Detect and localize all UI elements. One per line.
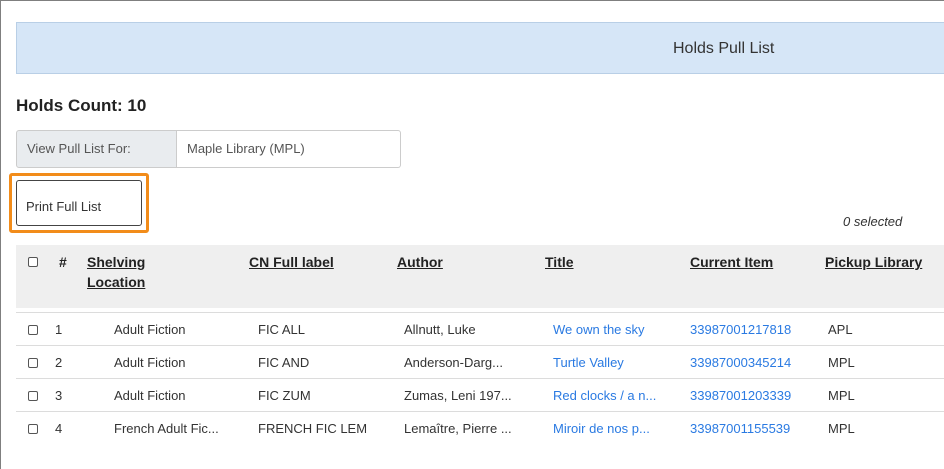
row-cn-label: FIC ZUM xyxy=(258,388,311,403)
pull-list-for-group: View Pull List For: Maple Library (MPL) xyxy=(16,130,401,168)
select-all-checkbox[interactable] xyxy=(28,257,38,267)
panel-border-top xyxy=(0,0,944,1)
row-title-link[interactable]: Miroir de nos p... xyxy=(553,412,650,445)
row-pickup-library: APL xyxy=(828,322,853,337)
column-header-title[interactable]: Title xyxy=(545,252,574,272)
row-checkbox[interactable] xyxy=(28,358,38,368)
row-cn-label: FIC AND xyxy=(258,355,310,370)
row-number: 2 xyxy=(55,355,63,370)
pull-list-for-label: View Pull List For: xyxy=(16,130,177,168)
print-full-list-button[interactable]: Print Full List xyxy=(16,180,142,226)
row-title-link[interactable]: Turtle Valley xyxy=(553,346,624,379)
row-author: Allnutt, Luke xyxy=(404,322,476,337)
row-title-link[interactable]: We own the sky xyxy=(553,313,645,346)
row-checkbox[interactable] xyxy=(28,391,38,401)
table-row: 2 Adult Fiction FIC AND Anderson-Darg...… xyxy=(16,345,944,379)
table-row: 4 French Adult Fic... FRENCH FIC LEM Lem… xyxy=(16,411,944,445)
row-current-item-link[interactable]: 33987001203339 xyxy=(690,379,791,412)
row-shelving-location: Adult Fiction xyxy=(114,388,186,403)
page-title: Holds Pull List xyxy=(673,40,775,57)
table-row: 1 Adult Fiction FIC ALL Allnutt, Luke We… xyxy=(16,312,944,346)
row-checkbox[interactable] xyxy=(28,424,38,434)
column-header-shelving-line2: Location xyxy=(87,274,146,290)
selected-count: 0 selected xyxy=(843,214,903,229)
row-pickup-library: MPL xyxy=(828,388,855,403)
holds-pull-list-panel: Holds Pull List Holds Count: 10 View Pul… xyxy=(0,0,944,469)
row-number: 4 xyxy=(55,421,63,436)
column-header-current-item[interactable]: Current Item xyxy=(690,252,773,272)
row-title-link[interactable]: Red clocks / a n... xyxy=(553,379,656,412)
table-row: 3 Adult Fiction FIC ZUM Zumas, Leni 197.… xyxy=(16,378,944,412)
column-header-shelving-line1: Shelving xyxy=(87,254,146,270)
column-header-number: # xyxy=(59,254,67,270)
column-header-shelving-location[interactable]: Shelving Location xyxy=(87,252,145,292)
row-author: Zumas, Leni 197... xyxy=(404,388,512,403)
column-header-pickup-library[interactable]: Pickup Library xyxy=(825,252,922,272)
column-header-author[interactable]: Author xyxy=(397,252,443,272)
row-author: Lemaître, Pierre ... xyxy=(404,421,512,436)
page-header-bar: Holds Pull List xyxy=(16,22,944,74)
row-author: Anderson-Darg... xyxy=(404,355,503,370)
row-cn-label: FRENCH FIC LEM xyxy=(258,421,368,436)
row-number: 1 xyxy=(55,322,63,337)
table-header-row: # Shelving Location CN Full label Author… xyxy=(16,245,944,308)
row-current-item-link[interactable]: 33987001217818 xyxy=(690,313,791,346)
row-current-item-link[interactable]: 33987001155539 xyxy=(690,412,790,445)
column-header-cn-full-label[interactable]: CN Full label xyxy=(249,252,334,272)
row-shelving-location: Adult Fiction xyxy=(114,322,186,337)
panel-border-left xyxy=(0,0,1,469)
row-checkbox[interactable] xyxy=(28,325,38,335)
row-shelving-location: French Adult Fic... xyxy=(114,421,219,436)
row-pickup-library: MPL xyxy=(828,421,855,436)
pull-list-library-select[interactable]: Maple Library (MPL) xyxy=(177,130,401,168)
row-pickup-library: MPL xyxy=(828,355,855,370)
row-cn-label: FIC ALL xyxy=(258,322,305,337)
row-shelving-location: Adult Fiction xyxy=(114,355,186,370)
row-number: 3 xyxy=(55,388,63,403)
row-current-item-link[interactable]: 33987000345214 xyxy=(690,346,791,379)
holds-count: Holds Count: 10 xyxy=(16,96,147,115)
